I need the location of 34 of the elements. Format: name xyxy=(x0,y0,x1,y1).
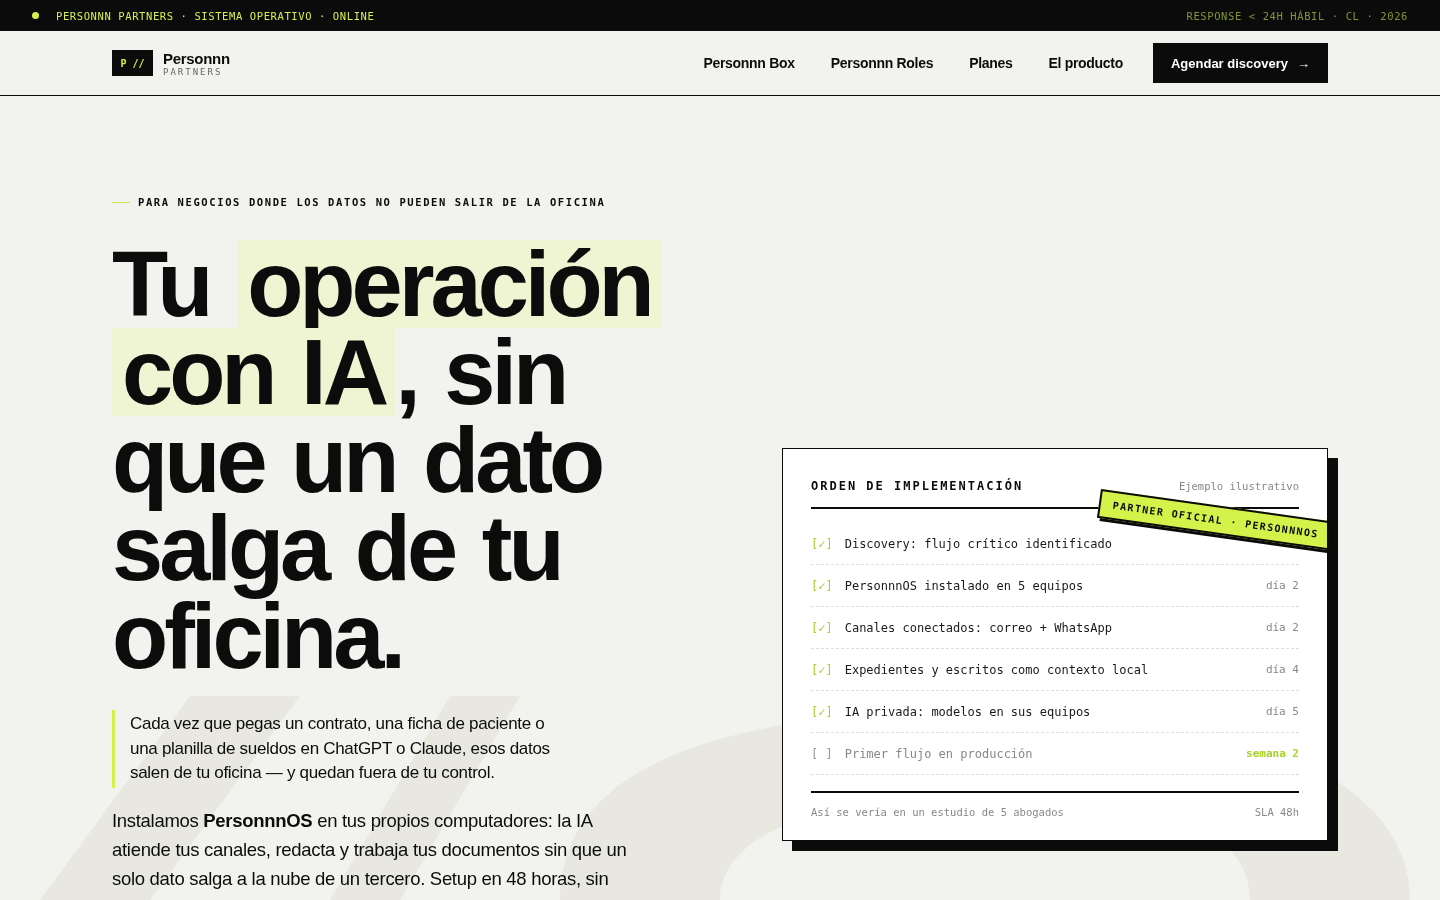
checklist-item: Canales conectados: correo + WhatsApp xyxy=(844,620,1112,635)
timeline-label: día 2 xyxy=(1265,621,1299,634)
checklist-mark: [✓] xyxy=(811,704,833,719)
eyebrow-text: PARA NEGOCIOS DONDE LOS DATOS NO PUEDEN SALIR DE LA OFICINA xyxy=(138,196,606,208)
logo-icon[interactable]: P // xyxy=(112,50,153,76)
checklist-item: PersonnnOS instalado en 5 equipos xyxy=(844,578,1084,593)
card-title: ORDEN DE IMPLEMENTACIÓN xyxy=(811,479,1024,493)
nav-link[interactable]: Personnn Box xyxy=(703,55,795,71)
checklist-item: IA privada: modelos en sus equipos xyxy=(844,704,1091,719)
timeline-label: día 5 xyxy=(1265,705,1299,718)
card-note: Ejemplo ilustrativo xyxy=(1178,480,1299,492)
logo-subtitle: PARTNERS xyxy=(163,66,224,77)
checklist-item: Primer flujo en producción xyxy=(844,746,1033,761)
checklist-mark: [✓] xyxy=(811,578,833,593)
checklist-mark: [✓] xyxy=(811,620,833,635)
sla-text: SLA 48h xyxy=(1254,806,1299,818)
status-text: PERSONNN PARTNERS · SISTEMA OPERATIVO · ONLINE xyxy=(56,9,375,22)
timeline-label: día 2 xyxy=(1265,579,1299,592)
nav-link[interactable]: Planes xyxy=(969,55,1013,71)
timeline-label: semana 2 xyxy=(1246,747,1299,760)
response-time-text: RESPONSE < 24H HÁBIL · CL · 2026 xyxy=(1186,9,1408,22)
agendar-button[interactable]: Agendar discovery → xyxy=(1152,43,1328,83)
checklist-mark: [✓] xyxy=(811,662,833,677)
quote-text: Cada vez que pegas un contrato, una ficha de paciente o una planilla de sueldos en ChatGPT o Claude, esos datos salen de tu oficina — y quedan fuera de tu control. xyxy=(112,710,570,788)
checklist-item: Expedientes y escritos como contexto local xyxy=(844,662,1149,677)
checklist-mark: [✓] xyxy=(811,536,833,551)
nav-link[interactable]: Personnn Roles xyxy=(830,55,934,71)
intro-paragraph: Instalamos PersonnnOS en tus propios computadores: la IA atiende tus canales, redacta y trabaja tus documentos sin que un solo dato salga a la nube de un tercero. Setup en 48 horas, sin xyxy=(112,808,628,891)
nav-link[interactable]: El producto xyxy=(1048,55,1123,71)
headline: Tu operación con IA, sin que un dato salga de tu oficina. xyxy=(112,234,675,696)
logo-name[interactable]: Personnn xyxy=(163,49,230,67)
timeline-label: día 4 xyxy=(1265,663,1299,676)
card-footnote: Así se vería en un estudio de 5 abogados xyxy=(811,806,1064,818)
checklist-mark: [ ] xyxy=(811,746,833,761)
